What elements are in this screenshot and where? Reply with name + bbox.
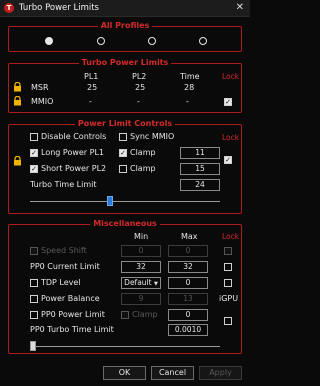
speed-shift-lock-checkbox[interactable] — [224, 247, 232, 255]
app-icon: T — [4, 3, 14, 13]
power-limit-controls-title: Power Limit Controls — [74, 119, 176, 128]
lock-icon — [14, 96, 21, 106]
all-profiles-group: All Profiles — [8, 21, 242, 52]
long-power-pl1-label: Long Power PL1 — [41, 148, 105, 157]
tdp-level-checkbox[interactable] — [30, 279, 38, 287]
sync-mmio-label: Sync MMIO — [130, 132, 175, 141]
cancel-button[interactable]: Cancel — [151, 366, 194, 380]
chevron-down-icon: ▼ — [153, 281, 158, 287]
miscellaneous-title: Miscellaneous — [90, 219, 160, 228]
power-balance-checkbox[interactable] — [30, 295, 38, 303]
short-power-pl2-checkbox[interactable]: ✓ — [30, 165, 38, 173]
profile-radio-2[interactable] — [97, 37, 105, 45]
pp0-turbo-time-label: PP0 Turbo Time Limit — [30, 325, 114, 334]
col-time: Time — [180, 72, 200, 81]
power-balance-label: Power Balance — [41, 294, 100, 303]
turbo-time-slider-track[interactable] — [30, 201, 220, 202]
mmio-time: - — [186, 97, 189, 106]
turbo-power-limits-title: Turbo Power Limits — [78, 58, 172, 67]
disable-controls-label: Disable Controls — [41, 132, 107, 141]
apply-button[interactable]: Apply — [199, 366, 242, 380]
sync-mmio-checkbox[interactable] — [119, 133, 127, 141]
tdp-level-label: TDP Level — [41, 278, 81, 287]
pp0-current-max-field[interactable]: 32 — [168, 261, 208, 273]
pl1-clamp-label: Clamp — [130, 148, 156, 157]
turbo-lock-link[interactable]: Lock — [222, 72, 239, 81]
title-bar: T Turbo Power Limits ✕ — [0, 0, 250, 17]
pp0-turbo-slider-thumb[interactable] — [30, 341, 36, 351]
tdp-level-dropdown[interactable]: Default ▼ — [121, 277, 161, 289]
min-header: Min — [134, 232, 149, 241]
tdp-level-value-field[interactable]: 0 — [168, 277, 208, 289]
pp0-current-limit-label: PP0 Current Limit — [30, 262, 100, 271]
pl1-value-field[interactable]: 11 — [180, 147, 220, 159]
pp0-power-limit-checkbox[interactable] — [30, 311, 38, 319]
pl2-value-field[interactable]: 15 — [180, 163, 220, 175]
tdp-level-selected: Default — [124, 278, 152, 287]
pp0-current-lock-checkbox[interactable] — [224, 263, 232, 271]
turbo-time-slider-thumb[interactable] — [107, 196, 114, 206]
turbo-power-limits-group: Turbo Power Limits PL1 PL2 Time Lock MSR… — [8, 58, 242, 113]
speed-shift-label: Speed Shift — [41, 246, 87, 255]
close-icon[interactable]: ✕ — [236, 2, 244, 13]
msr-time: 28 — [184, 83, 195, 92]
pp0-power-limit-label: PP0 Power Limit — [41, 310, 105, 319]
window-title: Turbo Power Limits — [19, 3, 99, 13]
pp0-clamp-label: Clamp — [132, 310, 158, 319]
plc-lock-checkbox[interactable]: ✓ — [224, 156, 232, 164]
pp0-power-limit-field[interactable]: 0 — [168, 309, 208, 321]
col-pl1: PL1 — [84, 72, 99, 81]
plc-lock-link[interactable]: Lock — [222, 133, 239, 142]
profile-radio-1[interactable] — [45, 37, 53, 45]
long-power-pl1-checkbox[interactable]: ✓ — [30, 149, 38, 157]
igpu-label: iGPU — [219, 294, 239, 303]
max-header: Max — [181, 232, 198, 241]
speed-shift-min-field[interactable]: 0 — [121, 245, 161, 257]
pp0-turbo-time-field[interactable]: 0.0010 — [168, 324, 208, 336]
pp0-current-min-field[interactable]: 32 — [121, 261, 161, 273]
pl1-clamp-checkbox[interactable]: ✓ — [119, 149, 127, 157]
disable-controls-checkbox[interactable] — [30, 133, 38, 141]
profile-radio-3[interactable] — [148, 37, 156, 45]
mmio-pl1: - — [89, 97, 92, 106]
lock-icon — [14, 156, 21, 166]
power-limit-controls-group: Power Limit Controls Lock Disable Contro… — [8, 119, 242, 214]
all-profiles-title: All Profiles — [97, 21, 153, 30]
msr-label: MSR — [31, 83, 49, 92]
ok-button[interactable]: OK — [103, 366, 146, 380]
mmio-label: MMIO — [31, 97, 54, 106]
short-power-pl2-label: Short Power PL2 — [41, 164, 107, 173]
tdp-level-lock-checkbox[interactable] — [224, 279, 232, 287]
mmio-pl2: - — [137, 97, 140, 106]
msr-pl2: 25 — [135, 83, 146, 92]
pp0-clamp-checkbox[interactable] — [121, 311, 129, 319]
col-pl2: PL2 — [132, 72, 147, 81]
misc-lock-link[interactable]: Lock — [222, 232, 239, 241]
mmio-lock-checkbox[interactable]: ✓ — [224, 98, 232, 106]
lock-icon — [14, 82, 21, 92]
turbo-time-limit-label: Turbo Time Limit — [30, 180, 97, 189]
turbo-time-limit-field[interactable]: 24 — [180, 179, 220, 191]
power-balance-min-field[interactable]: 9 — [121, 293, 161, 305]
miscellaneous-group: Miscellaneous Min Max Lock Speed Shift 0… — [8, 219, 242, 354]
msr-pl1: 25 — [87, 83, 98, 92]
speed-shift-checkbox[interactable] — [30, 247, 38, 255]
pl2-clamp-label: Clamp — [130, 164, 156, 173]
pp0-turbo-slider-track[interactable] — [30, 346, 220, 347]
pl2-clamp-checkbox[interactable] — [119, 165, 127, 173]
speed-shift-max-field[interactable]: 0 — [168, 245, 208, 257]
power-balance-max-field[interactable]: 13 — [168, 293, 208, 305]
pp0-lock-checkbox[interactable] — [224, 317, 232, 325]
profile-radio-4[interactable] — [199, 37, 207, 45]
